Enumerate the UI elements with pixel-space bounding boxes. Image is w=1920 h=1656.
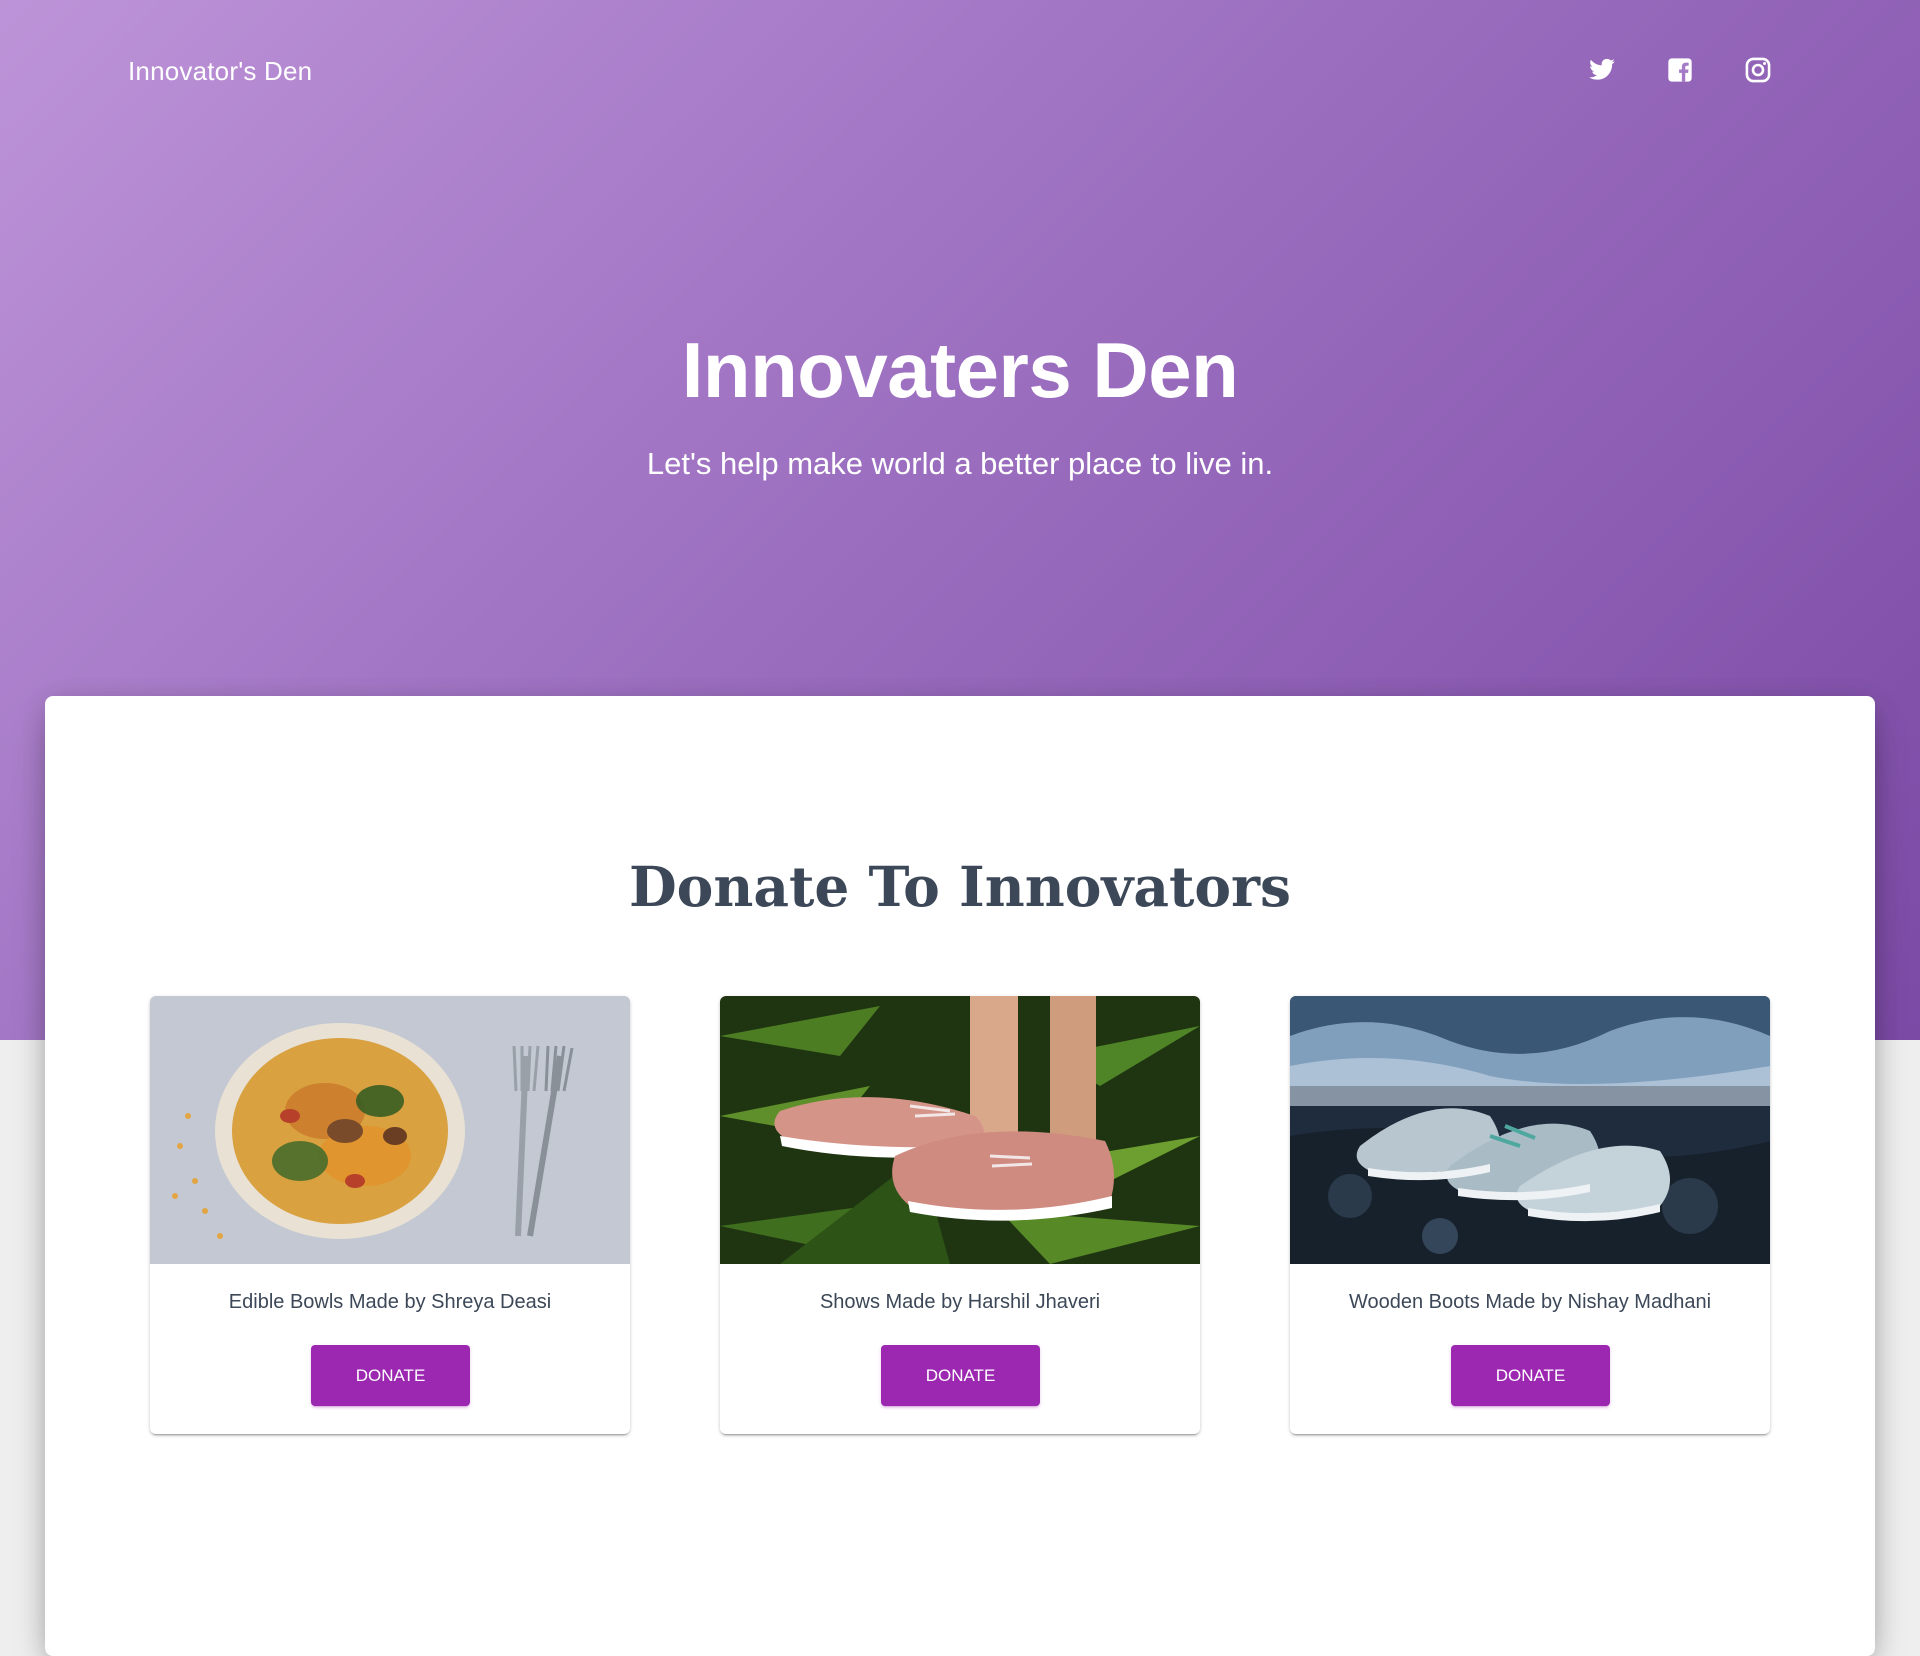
twitter-icon[interactable] [1588,56,1616,84]
pasta-bowl-photo [150,996,630,1264]
brand-link[interactable]: Innovator's Den [128,56,312,87]
hero-subtitle: Let's help make world a better place to … [646,446,1274,481]
facebook-icon[interactable] [1666,56,1694,84]
hero-title: Innovaters Den [681,326,1239,414]
section-title: Donate To Innovators [628,854,1291,919]
card-caption: Edible Bowls Made by Shreya Deasi [228,1291,552,1313]
pink-sneakers-photo [720,996,1200,1264]
innovator-card: Shows Made by Harshil Jhaveri DONATE [720,996,1200,1434]
main-content-card: Donate To Innovators Edible Bowls Made b… [45,696,1875,1656]
card-caption: Shows Made by Harshil Jhaveri [819,1291,1101,1313]
social-links [1588,56,1772,84]
instagram-icon[interactable] [1744,56,1772,84]
donate-button[interactable]: DONATE [881,1345,1040,1406]
ocean-sneakers-photo [1290,996,1770,1264]
donate-button[interactable]: DONATE [311,1345,470,1406]
innovator-card: Edible Bowls Made by Shreya Deasi DONATE [150,996,630,1434]
innovator-card: Wooden Boots Made by Nishay Madhani DONA… [1290,996,1770,1434]
card-caption: Wooden Boots Made by Nishay Madhani [1348,1291,1712,1313]
top-navbar: Innovator's Den [0,0,1920,150]
donate-button[interactable]: DONATE [1451,1345,1610,1406]
innovator-cards: Edible Bowls Made by Shreya Deasi DONATE [150,996,1770,1436]
